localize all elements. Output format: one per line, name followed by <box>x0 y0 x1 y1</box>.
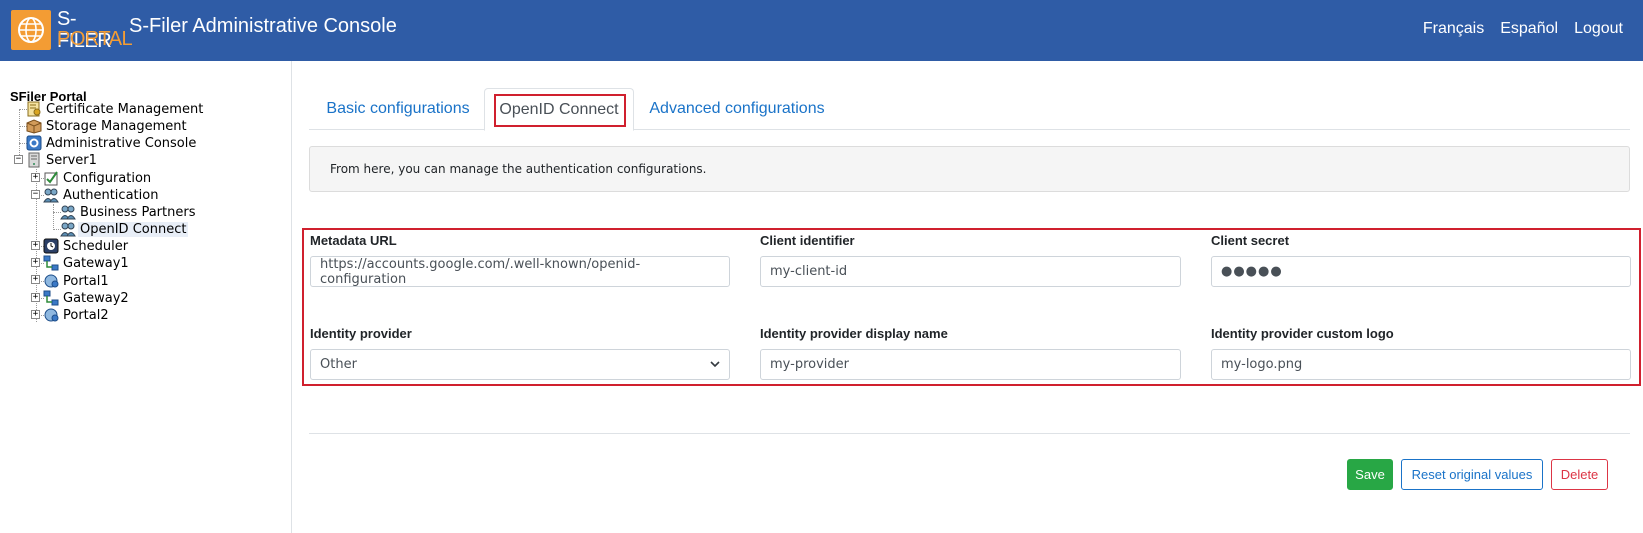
expand-scheduler-toggle[interactable]: + <box>31 241 40 250</box>
expand-gateway2-toggle[interactable]: + <box>31 293 40 302</box>
info-text: From here, you can manage the authentica… <box>330 162 707 176</box>
expand-configuration-toggle[interactable]: + <box>31 173 40 182</box>
tree-item-openid-connect[interactable]: OpenID Connect <box>60 220 189 238</box>
francais-link[interactable]: Français <box>1423 20 1484 38</box>
header-links: Français Español Logout <box>1423 20 1623 38</box>
client-identifier-input[interactable]: my-client-id <box>760 256 1181 287</box>
tree-item-portal2[interactable]: Portal2 <box>43 306 111 324</box>
logo-text-bottom: PORTAL <box>57 28 133 50</box>
tab-basic-configurations[interactable]: Basic configurations <box>317 88 479 130</box>
tree-item-certificate-management[interactable]: Certificate Management <box>26 100 205 118</box>
sfiler-portal-logo[interactable]: S-FILER PORTAL <box>11 8 133 52</box>
globe-icon <box>11 10 51 50</box>
gateway-icon <box>43 255 59 271</box>
storage-box-icon <box>26 119 42 134</box>
portal-icon <box>44 308 59 322</box>
tab-advanced-configurations[interactable]: Advanced configurations <box>642 88 832 130</box>
identity-provider-selected-value: Other <box>320 357 357 372</box>
collapse-authentication-toggle[interactable]: − <box>31 190 40 199</box>
client-secret-label: Client secret <box>1211 233 1290 248</box>
display-name-label: Identity provider display name <box>760 326 948 341</box>
top-header: S-FILER PORTAL S-Filer Administrative Co… <box>0 0 1643 61</box>
users-icon <box>60 222 76 237</box>
server-icon <box>28 152 40 168</box>
reset-original-values-button[interactable]: Reset original values <box>1401 459 1543 490</box>
app-title: S-Filer Administrative Console <box>129 15 397 37</box>
users-icon <box>43 188 59 203</box>
tab-highlight-box <box>494 94 626 127</box>
client-secret-input[interactable]: ●●●●● <box>1211 256 1631 287</box>
sidebar: SFiler Portal Certificate Management Sto… <box>0 61 292 533</box>
collapse-server1-toggle[interactable]: − <box>14 155 23 164</box>
custom-logo-input[interactable]: my-logo.png <box>1211 349 1631 380</box>
expand-portal2-toggle[interactable]: + <box>31 310 40 319</box>
metadata-url-input[interactable]: https://accounts.google.com/.well-known/… <box>310 256 730 287</box>
custom-logo-label: Identity provider custom logo <box>1211 326 1394 341</box>
tree-item-gateway2[interactable]: Gateway2 <box>43 289 131 307</box>
tree-item-gateway1[interactable]: Gateway1 <box>43 254 131 272</box>
tree-item-portal1[interactable]: Portal1 <box>43 272 111 290</box>
identity-provider-label: Identity provider <box>310 326 412 341</box>
save-button[interactable]: Save <box>1347 459 1393 490</box>
client-identifier-label: Client identifier <box>760 233 855 248</box>
tree-item-administrative-console[interactable]: Administrative Console <box>26 134 198 152</box>
display-name-input[interactable]: my-provider <box>760 349 1181 380</box>
portal-icon <box>44 274 59 288</box>
delete-button[interactable]: Delete <box>1551 459 1608 490</box>
info-panel: From here, you can manage the authentica… <box>309 146 1630 192</box>
tree-item-business-partners[interactable]: Business Partners <box>60 203 197 221</box>
expand-gateway1-toggle[interactable]: + <box>31 258 40 267</box>
tree-item-authentication[interactable]: Authentication <box>43 186 160 204</box>
tree-item-configuration[interactable]: Configuration <box>43 169 153 187</box>
users-icon <box>60 205 76 220</box>
espanol-link[interactable]: Español <box>1500 20 1558 38</box>
console-icon <box>26 135 42 151</box>
tree-item-scheduler[interactable]: Scheduler <box>43 237 130 255</box>
configuration-icon <box>44 171 58 186</box>
form-divider <box>309 433 1630 434</box>
metadata-url-label: Metadata URL <box>310 233 397 248</box>
expand-portal1-toggle[interactable]: + <box>31 275 40 284</box>
tree-item-server1[interactable]: Server1 <box>26 151 99 169</box>
logout-link[interactable]: Logout <box>1574 20 1623 38</box>
certificate-icon <box>27 101 41 117</box>
chevron-down-icon <box>710 361 720 368</box>
tree-item-storage-management[interactable]: Storage Management <box>26 117 189 135</box>
identity-provider-select[interactable]: Other <box>310 349 730 380</box>
gateway-icon <box>43 290 59 306</box>
scheduler-icon <box>43 238 59 254</box>
navigation-tree: SFiler Portal Certificate Management Sto… <box>0 61 292 533</box>
